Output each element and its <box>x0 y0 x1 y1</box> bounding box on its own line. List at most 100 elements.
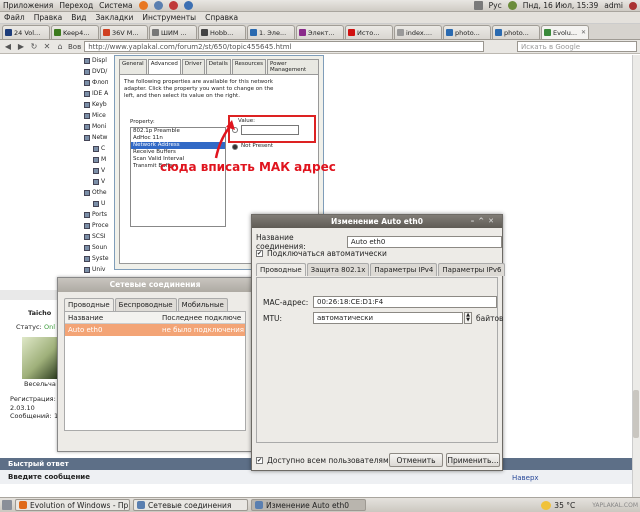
tree-item[interactable]: U <box>73 198 117 209</box>
menu-bookmarks[interactable]: Закладки <box>96 13 134 22</box>
reload-icon[interactable]: ↻ <box>29 42 39 51</box>
taskbar-item-firefox[interactable]: Evolution of Windows - Пр... <box>15 499 130 511</box>
volume-icon[interactable] <box>507 1 517 10</box>
close-tab-icon[interactable]: ✕ <box>581 29 586 36</box>
applications-menu[interactable]: Приложения <box>3 1 53 10</box>
tree-item-label: Displ <box>92 57 107 64</box>
weather-icon[interactable] <box>541 500 552 510</box>
edit-dialog-titlebar[interactable]: Изменение Auto eth0 –^✕ <box>252 215 502 228</box>
tab-wireless[interactable]: Беспроводные <box>114 298 177 311</box>
tree-item[interactable]: DVD/ <box>73 66 117 77</box>
tree-item[interactable]: M <box>73 154 117 165</box>
tree-item[interactable]: Displ <box>73 55 117 66</box>
tab-ipv4[interactable]: Параметры IPv4 <box>370 263 438 276</box>
network-icon[interactable] <box>473 1 483 10</box>
places-menu[interactable]: Переход <box>59 1 93 10</box>
apply-button[interactable]: Применить... <box>446 453 500 467</box>
clock[interactable]: Пнд, 16 Июл, 15:39 <box>523 1 599 10</box>
tab-ipv6[interactable]: Параметры IPv6 <box>438 263 506 276</box>
browser-tab[interactable]: Исто... <box>345 25 393 39</box>
tree-item-label: Othe <box>92 189 107 196</box>
browser-tab[interactable]: photo... <box>492 25 540 39</box>
power-icon[interactable] <box>629 1 637 10</box>
tab-wired-settings[interactable]: Проводные <box>256 263 306 276</box>
browser-tab[interactable]: Элект... <box>296 25 344 39</box>
browser-tab[interactable]: ШИМ ... <box>149 25 197 39</box>
tab-label: photo... <box>504 28 529 37</box>
edit-dialog-title: Изменение Auto eth0 <box>331 217 423 226</box>
mail-icon[interactable] <box>153 1 163 10</box>
mtu-input[interactable]: автоматически <box>313 312 463 324</box>
tab-wired[interactable]: Проводные <box>64 298 114 311</box>
connections-title[interactable]: Сетевые соединения <box>58 278 252 292</box>
url-field[interactable]: http://www.yaplakal.com/forum2/st/650/to… <box>84 41 485 52</box>
menu-view[interactable]: Вид <box>71 13 86 22</box>
menu-help[interactable]: Справка <box>205 13 238 22</box>
up-link[interactable]: Наверх <box>512 474 539 482</box>
tree-item[interactable]: Proce <box>73 220 117 231</box>
tree-item[interactable]: Moni <box>73 121 117 132</box>
stop-icon[interactable]: ✕ <box>42 42 52 51</box>
all-users-checkbox[interactable]: ✔ <box>256 457 263 464</box>
browser-tab[interactable]: Evolu... ✕ <box>541 25 589 39</box>
tab-general[interactable]: General <box>119 59 147 74</box>
browser-tab[interactable]: photo... <box>443 25 491 39</box>
tree-item[interactable]: Univ <box>73 264 117 275</box>
browser-tab[interactable]: 36V M... <box>100 25 148 39</box>
tree-item[interactable]: Netw <box>73 132 117 143</box>
tree-item[interactable]: V <box>73 176 117 187</box>
menu-edit[interactable]: Правка <box>34 13 63 22</box>
tree-item[interactable]: Syste <box>73 253 117 264</box>
tree-item[interactable]: IDE A <box>73 88 117 99</box>
tree-item[interactable]: Othe <box>73 187 117 198</box>
tab-power-management[interactable]: Power Management <box>266 59 319 74</box>
menu-tools[interactable]: Инструменты <box>142 13 196 22</box>
mtu-stepper[interactable]: ▲ ▼ <box>464 312 472 324</box>
taskbar-item-edit[interactable]: Изменение Auto eth0 <box>251 499 366 511</box>
tree-item[interactable]: SCSI <box>73 231 117 242</box>
menu-file[interactable]: Файл <box>4 13 25 22</box>
forward-icon[interactable]: ▶ <box>16 42 26 51</box>
tree-item[interactable]: Soun <box>73 242 117 253</box>
tree-item[interactable]: Флоп <box>73 77 117 88</box>
connection-name-input[interactable]: Auto eth0 <box>346 236 502 248</box>
forum-separator <box>0 290 60 300</box>
forum-username[interactable]: Taicho <box>28 309 51 317</box>
search-input[interactable]: Искать в Google <box>517 41 637 52</box>
auto-connect-checkbox[interactable]: ✔ <box>256 250 263 257</box>
tree-item[interactable]: V <box>73 165 117 176</box>
browser-tab[interactable]: 1. Эле... <box>247 25 295 39</box>
column-last-used[interactable]: Последнее подключе <box>159 312 241 323</box>
help-icon[interactable] <box>183 1 193 10</box>
show-desktop-icon[interactable] <box>2 500 12 510</box>
keyboard-layout[interactable]: Рус <box>489 1 502 10</box>
site-identity[interactable]: Вов <box>68 43 81 51</box>
tab-driver[interactable]: Driver <box>181 59 205 74</box>
column-name[interactable]: Название <box>65 312 159 323</box>
firefox-icon[interactable] <box>138 1 148 10</box>
table-row[interactable]: Auto eth0 не было подключения <box>65 324 245 336</box>
mac-address-input[interactable]: 00:26:18:CE:D1:F4 <box>313 296 497 308</box>
browser-tab[interactable]: index.... <box>394 25 442 39</box>
user-name[interactable]: admi <box>604 1 623 10</box>
tree-item[interactable]: Mice <box>73 110 117 121</box>
tree-item[interactable]: Keyb <box>73 99 117 110</box>
back-icon[interactable]: ◀ <box>3 42 13 51</box>
browser-tab[interactable]: Hobb... <box>198 25 246 39</box>
scrollbar-thumb[interactable] <box>633 390 639 438</box>
window-buttons[interactable]: –^✕ <box>471 215 498 228</box>
browser-tab[interactable]: Keep4... <box>51 25 99 39</box>
cancel-button[interactable]: Отменить <box>389 453 443 467</box>
tab-advanced[interactable]: Advanced <box>147 59 181 74</box>
home-icon[interactable]: ⌂ <box>55 42 65 51</box>
tab-8021x[interactable]: Защита 802.1x <box>306 263 370 276</box>
tab-details[interactable]: Details <box>205 59 231 74</box>
taskbar-item-connections[interactable]: Сетевые соединения <box>133 499 248 511</box>
browser-tab[interactable]: 24 Vol... <box>2 25 50 39</box>
tree-item[interactable]: C <box>73 143 117 154</box>
system-menu[interactable]: Система <box>99 1 132 10</box>
tab-mobile[interactable]: Мобильные <box>177 298 228 311</box>
tree-item[interactable]: Ports <box>73 209 117 220</box>
opera-icon[interactable] <box>168 1 178 10</box>
tab-resources[interactable]: Resources <box>231 59 266 74</box>
